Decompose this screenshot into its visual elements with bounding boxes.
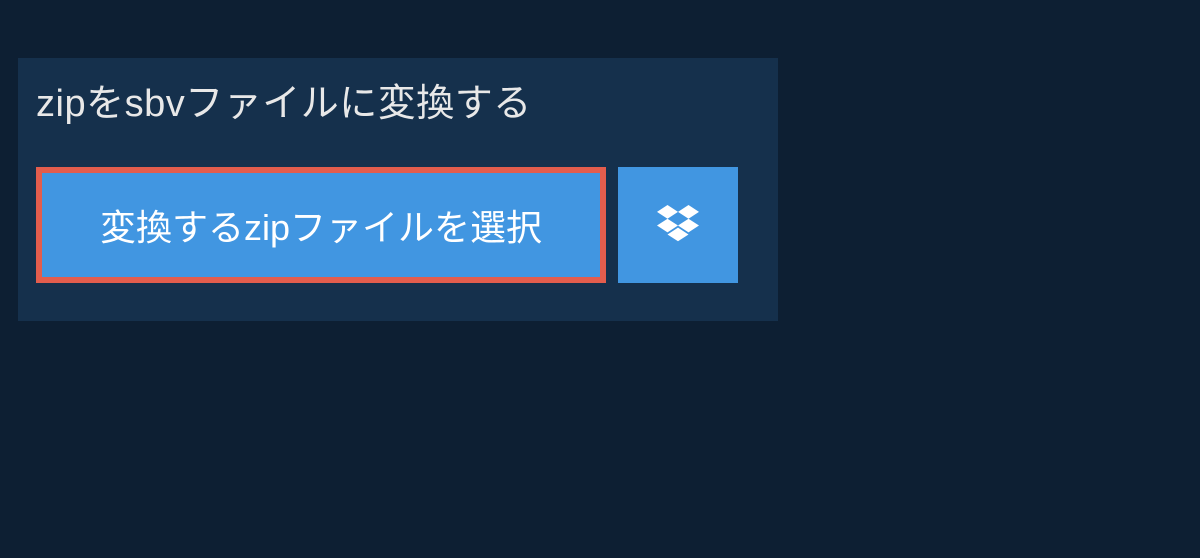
- page-title: zipをsbvファイルに変換する: [36, 72, 585, 127]
- converter-panel: zipをsbvファイルに変換する 変換するzipファイルを選択: [18, 58, 778, 321]
- button-row: 変換するzipファイルを選択: [18, 145, 778, 283]
- dropbox-button[interactable]: [618, 167, 738, 283]
- dropbox-icon: [657, 205, 699, 245]
- select-file-label: 変換するzipファイルを選択: [100, 199, 542, 251]
- title-bar: zipをsbvファイルに変換する: [18, 58, 603, 145]
- select-file-button[interactable]: 変換するzipファイルを選択: [36, 167, 606, 283]
